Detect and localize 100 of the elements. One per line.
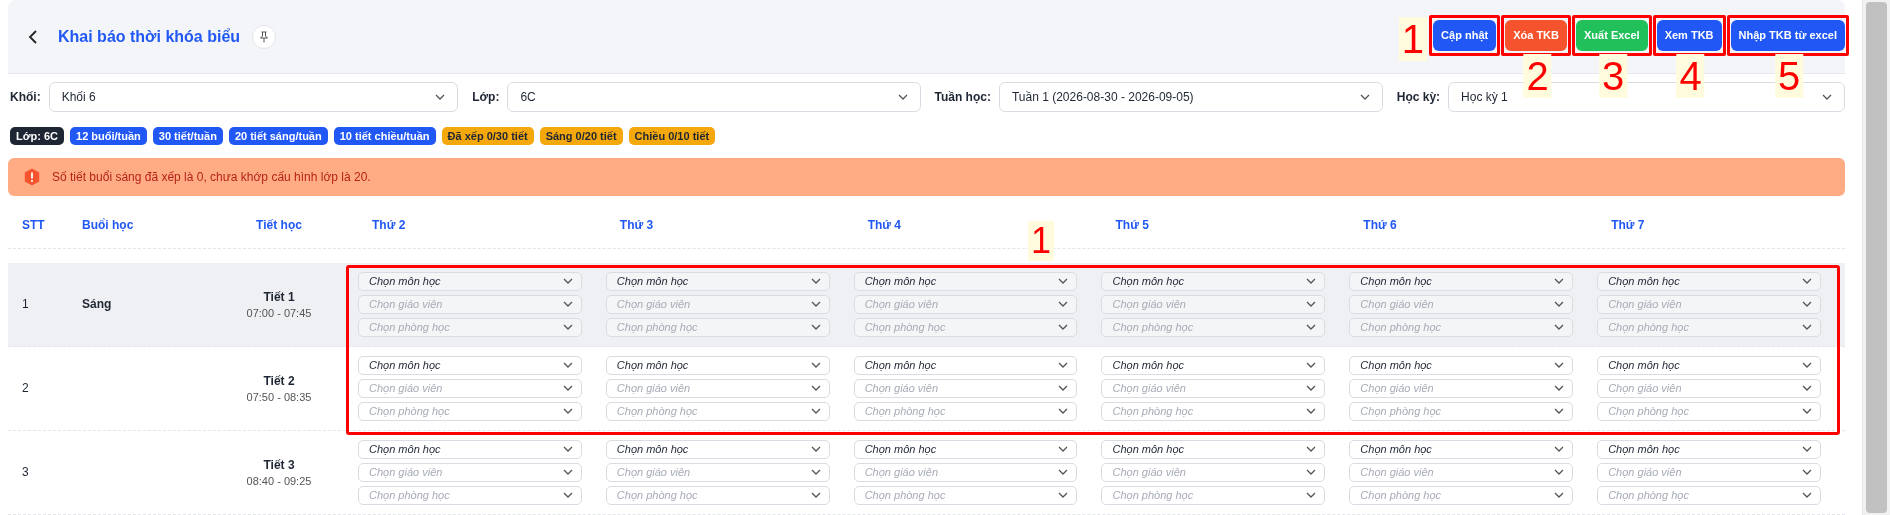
select-field[interactable]: Chọn giáo viên (1101, 379, 1326, 398)
chevron-down-icon (810, 469, 821, 476)
select-field[interactable]: Chọn phòng học (853, 402, 1078, 421)
chevron-down-icon (1058, 362, 1069, 369)
select-field[interactable]: Chọn giáo viên (1597, 379, 1821, 398)
select-field[interactable]: Chọn phòng học (605, 402, 830, 421)
select-field[interactable]: Chọn giáo viên (853, 295, 1078, 314)
select-field[interactable]: Chọn phòng học (1349, 486, 1574, 505)
select-field[interactable]: Chọn môn học (358, 272, 582, 291)
period-label: Tiết 3 (263, 458, 295, 472)
select-field[interactable]: Chọn giáo viên (605, 295, 830, 314)
select-field[interactable]: Chọn giáo viên (358, 463, 582, 482)
select-field[interactable]: Chọn phòng học (358, 318, 582, 337)
select-field[interactable]: Chọn môn học (853, 440, 1078, 459)
chevron-down-icon (1554, 362, 1565, 369)
chevron-down-icon (897, 94, 908, 101)
chevron-down-icon (1306, 408, 1317, 415)
chevron-down-icon (810, 301, 821, 308)
chevron-down-icon (562, 469, 573, 476)
select-field[interactable]: Chọn phòng học (358, 486, 582, 505)
chevron-down-icon (1554, 324, 1565, 331)
scrollbar[interactable] (1862, 0, 1890, 515)
back-icon[interactable] (28, 29, 38, 44)
select-field[interactable]: Chọn môn học (1597, 440, 1821, 459)
action-button[interactable]: Nhập TKB từ excel (1730, 19, 1845, 51)
select-field[interactable]: Chọn giáo viên (1101, 295, 1326, 314)
select-field[interactable]: Chọn phòng học (1101, 318, 1326, 337)
chevron-down-icon (810, 324, 821, 331)
column-header: Thứ 7 (1610, 218, 1646, 232)
select-field[interactable]: Chọn giáo viên (1349, 379, 1574, 398)
select-field[interactable]: Chọn môn học (605, 440, 830, 459)
select-field[interactable]: Chọn giáo viên (1349, 295, 1574, 314)
select-field[interactable]: Chọn giáo viên (1597, 295, 1821, 314)
column-header: Tiết học (255, 218, 303, 232)
action-button[interactable]: Cập nhật (1433, 19, 1497, 51)
filter-select[interactable]: Tuần 1 (2026-08-30 - 2026-09-05) (998, 82, 1383, 113)
select-field[interactable]: Chọn giáo viên (1101, 463, 1326, 482)
chevron-down-icon (562, 492, 573, 499)
select-field[interactable]: Chọn giáo viên (358, 295, 582, 314)
select-field[interactable]: Chọn phòng học (1597, 318, 1821, 337)
select-field[interactable]: Chọn giáo viên (853, 379, 1078, 398)
chevron-down-icon (1554, 408, 1565, 415)
pin-button[interactable] (252, 24, 277, 49)
select-field[interactable]: Chọn môn học (1101, 440, 1326, 459)
select-field[interactable]: Chọn môn học (1597, 356, 1821, 375)
action-button[interactable]: Xem TKB (1656, 19, 1722, 51)
select-field[interactable]: Chọn môn học (1597, 272, 1821, 291)
select-field[interactable]: Chọn phòng học (1349, 402, 1574, 421)
column-header: Thứ 2 (371, 218, 407, 232)
select-field[interactable]: Chọn giáo viên (1349, 463, 1574, 482)
chevron-down-icon (810, 446, 821, 453)
select-field[interactable]: Chọn phòng học (1101, 402, 1326, 421)
filter-select[interactable]: 6C (507, 82, 921, 113)
select-field[interactable]: Chọn môn học (1349, 440, 1574, 459)
select-field[interactable]: Chọn phòng học (1349, 318, 1574, 337)
select-field[interactable]: Chọn môn học (853, 356, 1078, 375)
select-field[interactable]: Chọn phòng học (605, 486, 830, 505)
chevron-down-icon (1306, 446, 1317, 453)
select-field[interactable]: Chọn môn học (358, 440, 582, 459)
filter-label: Học kỳ: (1395, 90, 1441, 105)
select-field[interactable]: Chọn môn học (605, 356, 830, 375)
chevron-down-icon (435, 94, 446, 101)
select-field[interactable]: Chọn giáo viên (853, 463, 1078, 482)
chevron-down-icon (1058, 446, 1069, 453)
select-field[interactable]: Chọn phòng học (1597, 402, 1821, 421)
chevron-down-icon (1554, 469, 1565, 476)
select-field[interactable]: Chọn giáo viên (605, 379, 830, 398)
chevron-down-icon (562, 446, 573, 453)
period-time: 07:00 - 07:45 (246, 307, 312, 319)
chevron-down-icon (1802, 324, 1812, 331)
filter-select[interactable]: Khối 6 (48, 82, 459, 113)
select-field[interactable]: Chọn giáo viên (358, 379, 582, 398)
select-field[interactable]: Chọn giáo viên (605, 463, 830, 482)
column-header: Thứ 5 (1114, 218, 1150, 232)
select-field[interactable]: Chọn giáo viên (1597, 463, 1821, 482)
select-field[interactable]: Chọn phòng học (853, 318, 1078, 337)
select-field[interactable]: Chọn phòng học (853, 486, 1078, 505)
action-button[interactable]: Xuất Excel (1576, 19, 1648, 51)
annotation-number: 4 (1676, 53, 1705, 98)
chevron-down-icon (1802, 469, 1812, 476)
select-field[interactable]: Chọn phòng học (1597, 486, 1821, 505)
action-button[interactable]: Xóa TKB (1505, 19, 1567, 51)
select-field[interactable]: Chọn phòng học (358, 402, 582, 421)
select-field[interactable]: Chọn môn học (358, 356, 582, 375)
select-field[interactable]: Chọn môn học (1349, 356, 1574, 375)
select-field[interactable]: Chọn môn học (1349, 272, 1574, 291)
select-field[interactable]: Chọn môn học (605, 272, 830, 291)
select-field[interactable]: Chọn môn học (1101, 356, 1326, 375)
select-field[interactable]: Chọn môn học (853, 272, 1078, 291)
filter-label: Khối: (9, 90, 41, 105)
info-badge: 10 tiết chiều/tuần (333, 127, 436, 146)
chevron-down-icon (1802, 385, 1812, 392)
annotation-number: 2 (1523, 53, 1552, 98)
filter-label: Tuần học: (933, 90, 991, 105)
select-field[interactable]: Chọn phòng học (1101, 486, 1326, 505)
chevron-down-icon (1802, 446, 1812, 453)
select-field[interactable]: Chọn môn học (1101, 272, 1326, 291)
select-field[interactable]: Chọn phòng học (605, 318, 830, 337)
chevron-down-icon (1058, 408, 1069, 415)
chevron-down-icon (1058, 278, 1069, 285)
